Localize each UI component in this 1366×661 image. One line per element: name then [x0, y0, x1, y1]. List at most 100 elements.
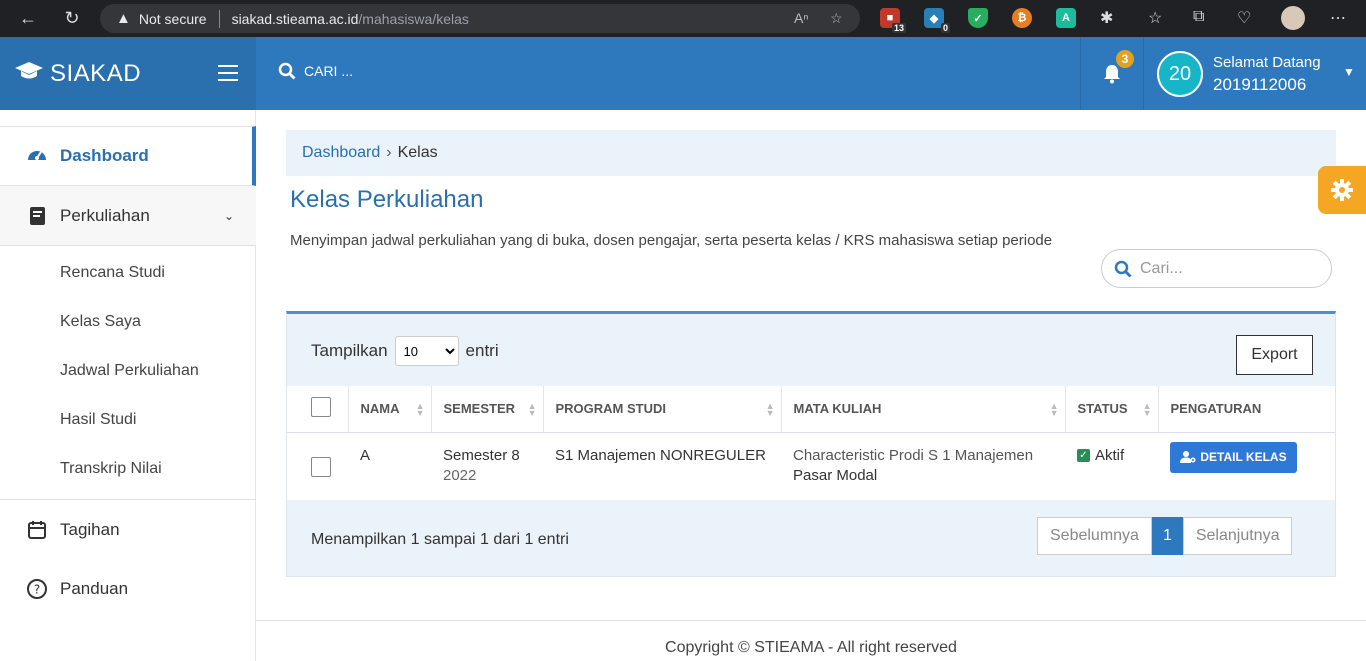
page-number-button[interactable]: 1: [1151, 517, 1183, 555]
settings-gear-button[interactable]: [1318, 166, 1366, 214]
graduation-cap-icon: [14, 60, 44, 88]
sidebar-item-label: Panduan: [60, 579, 129, 598]
breadcrumb-separator: ›: [386, 144, 392, 161]
user-id: 2019112006: [1213, 74, 1307, 94]
button-label: DETAIL KELAS: [1200, 450, 1287, 464]
sidebar-subitem-transkrip[interactable]: Transkrip Nilai: [60, 460, 162, 478]
sidebar-subitem-kelas-saya[interactable]: Kelas Saya: [60, 313, 141, 331]
search-icon: [278, 62, 296, 80]
search-icon: [1114, 260, 1132, 277]
sidebar-item-perkuliahan[interactable]: Perkuliahan ⌄: [0, 186, 256, 246]
warning-icon: ▲: [116, 10, 131, 27]
entries-label: entri: [465, 341, 499, 360]
avatar: 20: [1157, 51, 1203, 97]
header-search[interactable]: [278, 62, 504, 80]
sidebar-divider: [0, 499, 256, 500]
url-host: siakad.stieama.ac.id: [231, 10, 359, 27]
select-all-checkbox[interactable]: [311, 397, 331, 418]
status-badge: Aktif: [1095, 446, 1125, 464]
svg-text:?: ?: [34, 583, 40, 597]
read-aloud-icon[interactable]: Aⁿ: [794, 10, 808, 26]
cell-status: ✓ Aktif: [1065, 432, 1158, 500]
column-header[interactable]: SEMESTER ▲ ▼: [431, 386, 544, 433]
check-icon: ✓: [1077, 448, 1090, 462]
sort-icon: ▲ ▼: [1142, 401, 1152, 418]
collections-icon[interactable]: ⧉: [1193, 8, 1204, 26]
year-text: 2022: [443, 466, 477, 484]
chevron-down-icon: ▼: [1343, 65, 1355, 79]
brand-name: SIAKAD: [50, 59, 142, 87]
more-menu-icon[interactable]: ⋯: [1330, 8, 1346, 28]
url-path: /mahasiswa/kelas: [358, 10, 469, 27]
user-menu[interactable]: 20 Selamat Datang 2019112006 ▼: [1157, 51, 1355, 97]
select-all-header: [287, 386, 349, 433]
sidebar-item-dashboard[interactable]: Dashboard: [0, 126, 256, 186]
dashboard-gauge-icon: [28, 151, 46, 160]
sidebar-subitem-jadwal[interactable]: Jadwal Perkuliahan: [60, 362, 199, 380]
breadcrumb-home[interactable]: Dashboard: [302, 144, 380, 162]
column-header[interactable]: MATA KULIAH ▲ ▼: [781, 386, 1066, 433]
page-description: Menyimpan jadwal perkuliahan yang di buk…: [290, 232, 1053, 249]
calendar-icon: [28, 521, 46, 539]
user-gear-icon: [1180, 451, 1196, 463]
sidebar-item-label: Tagihan: [60, 520, 120, 539]
page-length-control: Tampilkan 10 entri: [311, 336, 499, 366]
extension-bitcoin-icon[interactable]: ₿: [1012, 8, 1032, 28]
reload-icon[interactable]: ↻: [60, 6, 84, 30]
notification-badge: 3: [1114, 48, 1136, 70]
cell-mata-kuliah: Characteristic Prodi S 1 Manajemen Pasar…: [781, 432, 1065, 500]
sort-icon: ▲ ▼: [1049, 401, 1059, 418]
question-circle-icon: ?: [27, 579, 47, 599]
sidebar-item-panduan[interactable]: ? Panduan: [0, 564, 256, 614]
cell-nama: A: [360, 446, 371, 464]
sidebar-item-tagihan[interactable]: Tagihan: [0, 505, 256, 555]
detail-kelas-button[interactable]: DETAIL KELAS: [1170, 441, 1297, 473]
address-bar[interactable]: ▲ Not secure siakad.stieama.ac.id /mahas…: [100, 4, 860, 33]
footer-divider: [256, 620, 1366, 621]
extension-shield-icon[interactable]: ✓: [968, 8, 988, 28]
notifications[interactable]: 3: [1080, 37, 1144, 110]
favorites-icon[interactable]: ☆: [1148, 8, 1162, 28]
favorite-add-icon[interactable]: ☆: [830, 10, 843, 27]
column-header: PENGATURAN: [1158, 386, 1335, 433]
sidebar-subitem-hasil-studi[interactable]: Hasil Studi: [60, 411, 136, 429]
content-search-input[interactable]: [1140, 259, 1310, 278]
cell-action: DETAIL KELAS: [1158, 432, 1335, 500]
gear-icon: [1331, 179, 1353, 201]
browser-essentials-icon[interactable]: ♡: [1237, 8, 1251, 28]
page-length-select[interactable]: 10: [394, 336, 459, 366]
export-button[interactable]: Export: [1236, 335, 1313, 375]
extensions-puzzle-icon[interactable]: ✱: [1100, 8, 1113, 28]
prev-page-button[interactable]: Sebelumnya: [1037, 517, 1152, 555]
back-icon[interactable]: ←: [16, 6, 40, 30]
show-label: Tampilkan: [311, 341, 388, 360]
browser-toolbar: ← ↻ ▲ Not secure siakad.stieama.ac.id /m…: [0, 0, 1366, 37]
sidebar-item-label: Dashboard: [60, 146, 149, 165]
sidebar-item-label: Perkuliahan: [60, 205, 150, 225]
breadcrumb-current: Kelas: [397, 144, 438, 161]
ext-badge: 0: [940, 23, 950, 33]
class-table: NAMA ▲ ▼ SEMESTER ▲ ▼ PROGRAM STUDI ▲ ▼ MATA K…: [287, 386, 1335, 500]
cell-semester: Semester 8 2022: [431, 432, 543, 500]
column-header[interactable]: PROGRAM STUDI ▲ ▼: [543, 386, 782, 433]
extension-a-icon[interactable]: A: [1056, 8, 1076, 28]
content-search[interactable]: [1101, 249, 1332, 288]
row-checkbox[interactable]: [311, 456, 331, 477]
table-row: A Semester 8 2022 S1 Manajemen NONREGULE…: [287, 432, 1335, 500]
profile-avatar-icon[interactable]: [1281, 6, 1305, 30]
extension-tag-icon[interactable]: ◆ 0: [924, 8, 950, 33]
column-header[interactable]: STATUS ▲ ▼: [1065, 386, 1159, 433]
next-page-button[interactable]: Selanjutnya: [1182, 517, 1293, 555]
class-table-card: Tampilkan 10 entri Export NAMA ▲ ▼ SEMESTE…: [286, 311, 1336, 577]
footer-copyright: Copyright © STIEAMA - All right reserved: [665, 639, 957, 656]
app-header: SIAKAD 3 20 Selamat Datang 2019112006 ▼: [0, 37, 1366, 110]
page-title: Kelas Perkuliahan: [290, 186, 484, 213]
chevron-down-icon: ⌄: [223, 208, 234, 223]
extension-lock-icon[interactable]: ■ 13: [880, 8, 906, 33]
semester-text: Semester 8: [443, 446, 520, 464]
header-search-input[interactable]: [304, 63, 504, 79]
course-characteristic: Characteristic Prodi S 1 Manajemen: [793, 446, 1034, 464]
column-header[interactable]: NAMA ▲ ▼: [348, 386, 432, 433]
sidebar-subitem-rencana-studi[interactable]: Rencana Studi: [60, 264, 165, 282]
menu-toggle-icon[interactable]: [218, 65, 238, 81]
